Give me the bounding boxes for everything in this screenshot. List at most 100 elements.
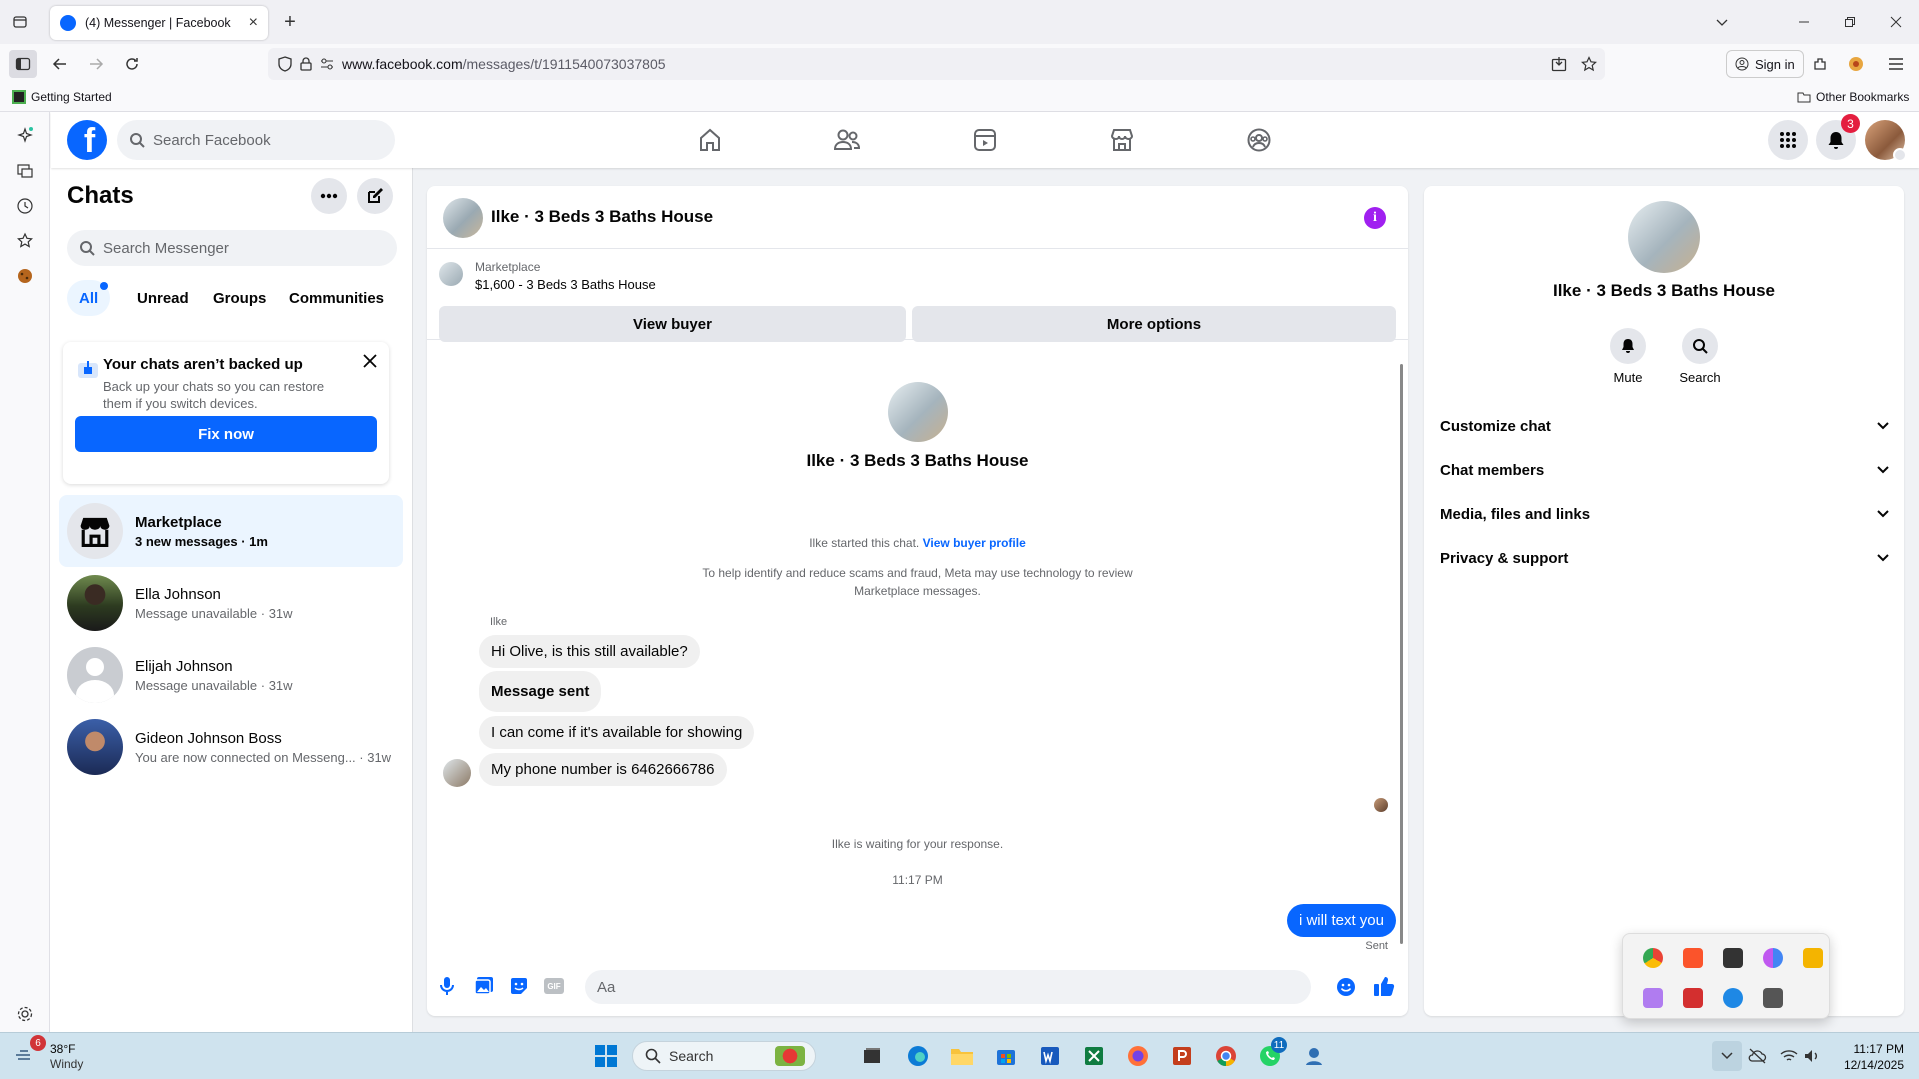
tab-friends[interactable] [792, 116, 902, 164]
my-message-bubble[interactable]: i will text you [1286, 904, 1396, 937]
word-icon[interactable] [1035, 1041, 1065, 1071]
back-icon[interactable] [46, 50, 74, 78]
facebook-logo-icon[interactable]: f [67, 120, 107, 160]
pdf-tray-icon[interactable] [1683, 988, 1703, 1008]
forward-icon[interactable] [82, 50, 110, 78]
chat-item-gideon-johnson-boss[interactable]: Gideon Johnson Boss You are now connected… [59, 711, 403, 783]
tab-video[interactable] [930, 116, 1040, 164]
extension-tray-icon[interactable] [1803, 948, 1823, 968]
list-all-tabs-icon[interactable] [1710, 10, 1734, 34]
close-icon[interactable] [363, 354, 377, 368]
message-bubble[interactable]: I can come if it's available for showing [479, 716, 755, 749]
mute-button[interactable]: Mute [1608, 328, 1648, 385]
customize-chat-section[interactable]: Customize chat [1440, 406, 1890, 446]
usb-tray-icon[interactable] [1723, 948, 1743, 968]
volume-icon[interactable] [1797, 1041, 1827, 1071]
shield-icon[interactable] [278, 56, 292, 72]
security-tray-icon[interactable] [1723, 988, 1743, 1008]
new-message-button[interactable] [357, 178, 393, 214]
weather-widget[interactable]: 38°F Windy [50, 1042, 83, 1072]
chrome-icon[interactable] [1211, 1041, 1241, 1071]
sticker-icon[interactable] [509, 976, 529, 996]
view-buyer-profile-link[interactable]: View buyer profile [923, 536, 1026, 550]
new-tab-button[interactable]: + [278, 10, 302, 34]
listing-title[interactable]: $1,600 - 3 Beds 3 Baths House [475, 277, 656, 292]
save-page-icon[interactable] [1551, 56, 1567, 72]
view-buyer-button[interactable]: View buyer [439, 306, 906, 342]
sidebar-toggle-icon[interactable] [9, 50, 37, 78]
notifications-button[interactable]: 3 [1816, 114, 1860, 160]
ai-chatbot-icon[interactable] [13, 124, 37, 148]
filter-communities[interactable]: Communities [277, 280, 396, 316]
message-bubble[interactable]: My phone number is 6462666786 [479, 753, 727, 786]
copilot-tray-icon[interactable] [1763, 948, 1783, 968]
search-in-conversation-button[interactable]: Search [1679, 328, 1721, 385]
brave-tray-icon[interactable] [1683, 948, 1703, 968]
bookmark-getting-started[interactable]: Getting Started [12, 90, 112, 104]
tab-home[interactable] [655, 116, 765, 164]
bookmarks-icon[interactable] [13, 229, 37, 253]
file-explorer-icon[interactable] [947, 1041, 977, 1071]
extension-fox-icon[interactable] [1842, 50, 1870, 78]
chat-members-section[interactable]: Chat members [1440, 450, 1890, 490]
drive-tray-icon[interactable] [1763, 988, 1783, 1008]
address-bar[interactable]: www.facebook.com/messages/t/191154007303… [268, 48, 1605, 80]
cookie-extension-icon[interactable] [13, 264, 37, 288]
fix-now-button[interactable]: Fix now [75, 416, 377, 452]
tab-list-icon[interactable] [8, 10, 32, 34]
menu-grid-button[interactable] [1768, 120, 1808, 160]
other-bookmarks[interactable]: Other Bookmarks [1797, 90, 1909, 104]
app-icon[interactable] [1299, 1041, 1329, 1071]
conversation-title[interactable]: Ilke · 3 Beds 3 Baths House [491, 207, 713, 227]
media-files-links-section[interactable]: Media, files and links [1440, 494, 1890, 534]
close-tab-icon[interactable]: × [249, 14, 258, 32]
system-clock[interactable]: 11:17 PM 12/14/2025 [1838, 1041, 1904, 1073]
excel-icon[interactable] [1079, 1041, 1109, 1071]
profile-picture[interactable] [888, 382, 948, 442]
chrome-tray-icon[interactable] [1643, 948, 1663, 968]
facebook-search-input[interactable]: Search Facebook [117, 120, 395, 160]
task-view-icon[interactable] [857, 1041, 887, 1071]
more-options-button[interactable]: More options [912, 306, 1396, 342]
restore-button[interactable] [1838, 10, 1862, 34]
weather-icon[interactable]: 6 [14, 1035, 46, 1065]
edge-icon[interactable] [903, 1041, 933, 1071]
attach-photo-icon[interactable] [474, 976, 494, 996]
history-icon[interactable] [13, 194, 37, 218]
close-window-button[interactable] [1884, 10, 1908, 34]
menu-icon[interactable] [1882, 50, 1910, 78]
message-bubble[interactable]: Message sent [479, 671, 602, 712]
minimize-button[interactable] [1792, 10, 1816, 34]
message-input[interactable]: Aa [585, 970, 1311, 1004]
info-icon[interactable]: i [1364, 207, 1386, 229]
cloud-offline-icon[interactable] [1742, 1041, 1772, 1071]
powerpoint-icon[interactable] [1167, 1041, 1197, 1071]
conversation-scrollbar[interactable] [1400, 364, 1403, 944]
bookmark-star-icon[interactable] [1581, 56, 1597, 72]
conversation-avatar[interactable] [443, 198, 483, 238]
filter-groups[interactable]: Groups [201, 280, 278, 316]
sign-in-button[interactable]: Sign in [1726, 50, 1804, 78]
profile-avatar[interactable] [1865, 120, 1907, 162]
chat-item-ella-johnson[interactable]: Ella Johnson Message unavailable · 31w [59, 567, 403, 639]
chat-item-marketplace[interactable]: Marketplace 3 new messages · 1m [59, 495, 403, 567]
show-hidden-icons[interactable] [1712, 1041, 1742, 1071]
emoji-icon[interactable] [1336, 977, 1356, 997]
tab-groups[interactable] [1204, 116, 1314, 164]
pen-tray-icon[interactable] [1643, 988, 1663, 1008]
microphone-icon[interactable] [439, 976, 455, 996]
like-thumb-icon[interactable] [1373, 975, 1395, 997]
taskbar-search[interactable]: Search [632, 1041, 816, 1071]
gif-icon[interactable]: GIF [544, 978, 564, 994]
customize-sidebar-icon[interactable] [13, 1002, 37, 1026]
start-button[interactable] [591, 1041, 621, 1071]
whatsapp-icon[interactable]: 11 [1255, 1037, 1287, 1071]
chat-item-elijah-johnson[interactable]: Elijah Johnson Message unavailable · 31w [59, 639, 403, 711]
firefox-icon[interactable] [1123, 1041, 1153, 1071]
browser-tab[interactable]: (4) Messenger | Facebook × [50, 6, 268, 40]
message-bubble[interactable]: Hi Olive, is this still available? [479, 635, 700, 668]
filter-unread[interactable]: Unread [125, 280, 201, 316]
privacy-support-section[interactable]: Privacy & support [1440, 538, 1890, 578]
filter-all[interactable]: All [67, 280, 111, 316]
tab-marketplace[interactable] [1067, 116, 1177, 164]
